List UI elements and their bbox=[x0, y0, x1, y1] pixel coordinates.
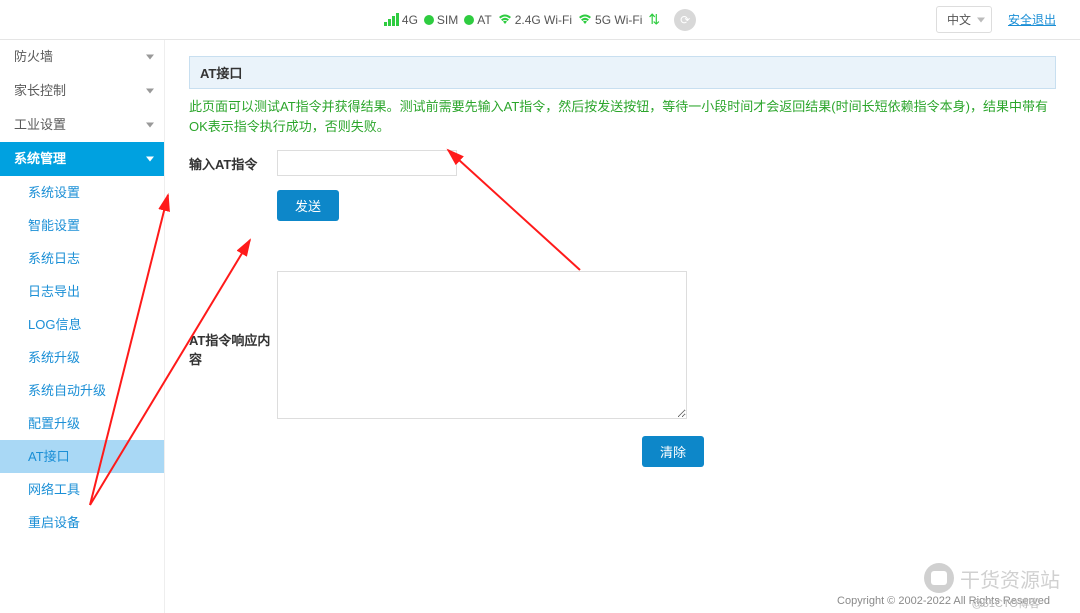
logout-link[interactable]: 安全退出 bbox=[1008, 11, 1056, 28]
topbar: 4G SIM AT 2.4G Wi-Fi 5G Wi-Fi ⇅ ⟳ 中文 安全退… bbox=[0, 0, 1080, 40]
sidebar-item-at-interface[interactable]: AT接口 bbox=[0, 440, 164, 473]
status-group: 4G SIM AT 2.4G Wi-Fi 5G Wi-Fi ⇅ ⟳ bbox=[384, 9, 696, 31]
sidebar: 防火墙 家长控制 工业设置 系统管理 系统设置 智能设置 系统日志 日志导出 L… bbox=[0, 40, 165, 613]
dot-icon bbox=[424, 15, 434, 25]
status-at: AT bbox=[464, 13, 491, 27]
sidebar-group-industrial[interactable]: 工业设置 bbox=[0, 108, 164, 142]
status-at-label: AT bbox=[477, 13, 491, 27]
chevron-down-icon bbox=[146, 89, 154, 94]
send-row: 发送 bbox=[189, 190, 1056, 221]
chevron-down-icon bbox=[146, 157, 154, 162]
status-sim-label: SIM bbox=[437, 13, 458, 27]
sidebar-item-system-log[interactable]: 系统日志 bbox=[0, 242, 164, 275]
content: AT接口 此页面可以测试AT指令并获得结果。测试前需要先输入AT指令，然后按发送… bbox=[165, 40, 1080, 613]
watermark-sub: @51CTO博客 bbox=[972, 595, 1040, 611]
clear-button[interactable]: 清除 bbox=[642, 436, 704, 467]
at-input-row: 输入AT指令 bbox=[189, 150, 1056, 176]
watermark-logo-icon bbox=[924, 563, 954, 593]
wifi-icon bbox=[498, 12, 512, 28]
status-wifi24: 2.4G Wi-Fi bbox=[498, 12, 572, 28]
sidebar-group-label: 系统管理 bbox=[14, 151, 66, 166]
dot-icon bbox=[464, 15, 474, 25]
main: 防火墙 家长控制 工业设置 系统管理 系统设置 智能设置 系统日志 日志导出 L… bbox=[0, 40, 1080, 613]
sidebar-item-system-settings[interactable]: 系统设置 bbox=[0, 176, 164, 209]
chevron-down-icon bbox=[146, 55, 154, 60]
chevron-down-icon bbox=[146, 123, 154, 128]
status-wifi5: 5G Wi-Fi bbox=[578, 12, 642, 28]
panel-title: AT接口 bbox=[189, 56, 1056, 89]
sidebar-item-config-upgrade[interactable]: 配置升级 bbox=[0, 407, 164, 440]
at-response-textarea[interactable] bbox=[277, 271, 687, 419]
sidebar-item-log-info[interactable]: LOG信息 bbox=[0, 308, 164, 341]
sidebar-item-smart-settings[interactable]: 智能设置 bbox=[0, 209, 164, 242]
clear-row: 清除 bbox=[277, 436, 1056, 467]
sidebar-item-system-upgrade[interactable]: 系统升级 bbox=[0, 341, 164, 374]
topbar-right: 中文 安全退出 bbox=[936, 6, 1056, 33]
refresh-icon[interactable]: ⟳ bbox=[674, 9, 696, 31]
submenu: 系统设置 智能设置 系统日志 日志导出 LOG信息 系统升级 系统自动升级 配置… bbox=[0, 176, 164, 539]
updown-icon: ⇅ bbox=[648, 11, 660, 28]
status-4g-label: 4G bbox=[402, 13, 418, 27]
status-sim: SIM bbox=[424, 13, 458, 27]
sidebar-group-label: 家长控制 bbox=[14, 83, 66, 98]
status-wifi5-label: 5G Wi-Fi bbox=[595, 13, 642, 27]
sidebar-group-system[interactable]: 系统管理 bbox=[0, 142, 164, 176]
language-select[interactable]: 中文 bbox=[936, 6, 992, 33]
send-button[interactable]: 发送 bbox=[277, 190, 339, 221]
status-4g: 4G bbox=[384, 13, 418, 27]
language-label: 中文 bbox=[947, 13, 971, 27]
sidebar-group-label: 工业设置 bbox=[14, 117, 66, 132]
at-input-label: 输入AT指令 bbox=[189, 150, 277, 173]
sidebar-item-reboot[interactable]: 重启设备 bbox=[0, 506, 164, 539]
sidebar-item-network-tools[interactable]: 网络工具 bbox=[0, 473, 164, 506]
sidebar-item-log-export[interactable]: 日志导出 bbox=[0, 275, 164, 308]
at-command-input[interactable] bbox=[277, 150, 457, 176]
watermark-text: 干货资源站 bbox=[960, 564, 1060, 593]
sidebar-group-label: 防火墙 bbox=[14, 49, 53, 64]
panel-description: 此页面可以测试AT指令并获得结果。测试前需要先输入AT指令，然后按发送按钮，等待… bbox=[189, 97, 1056, 136]
wifi-icon bbox=[578, 12, 592, 28]
sidebar-group-firewall[interactable]: 防火墙 bbox=[0, 40, 164, 74]
signal-icon bbox=[384, 13, 399, 26]
sidebar-group-parental[interactable]: 家长控制 bbox=[0, 74, 164, 108]
response-row: AT指令响应内容 bbox=[189, 271, 1056, 422]
status-wifi24-label: 2.4G Wi-Fi bbox=[515, 13, 572, 27]
watermark: 干货资源站 bbox=[924, 563, 1060, 593]
response-label: AT指令响应内容 bbox=[189, 326, 277, 368]
sidebar-item-auto-upgrade[interactable]: 系统自动升级 bbox=[0, 374, 164, 407]
